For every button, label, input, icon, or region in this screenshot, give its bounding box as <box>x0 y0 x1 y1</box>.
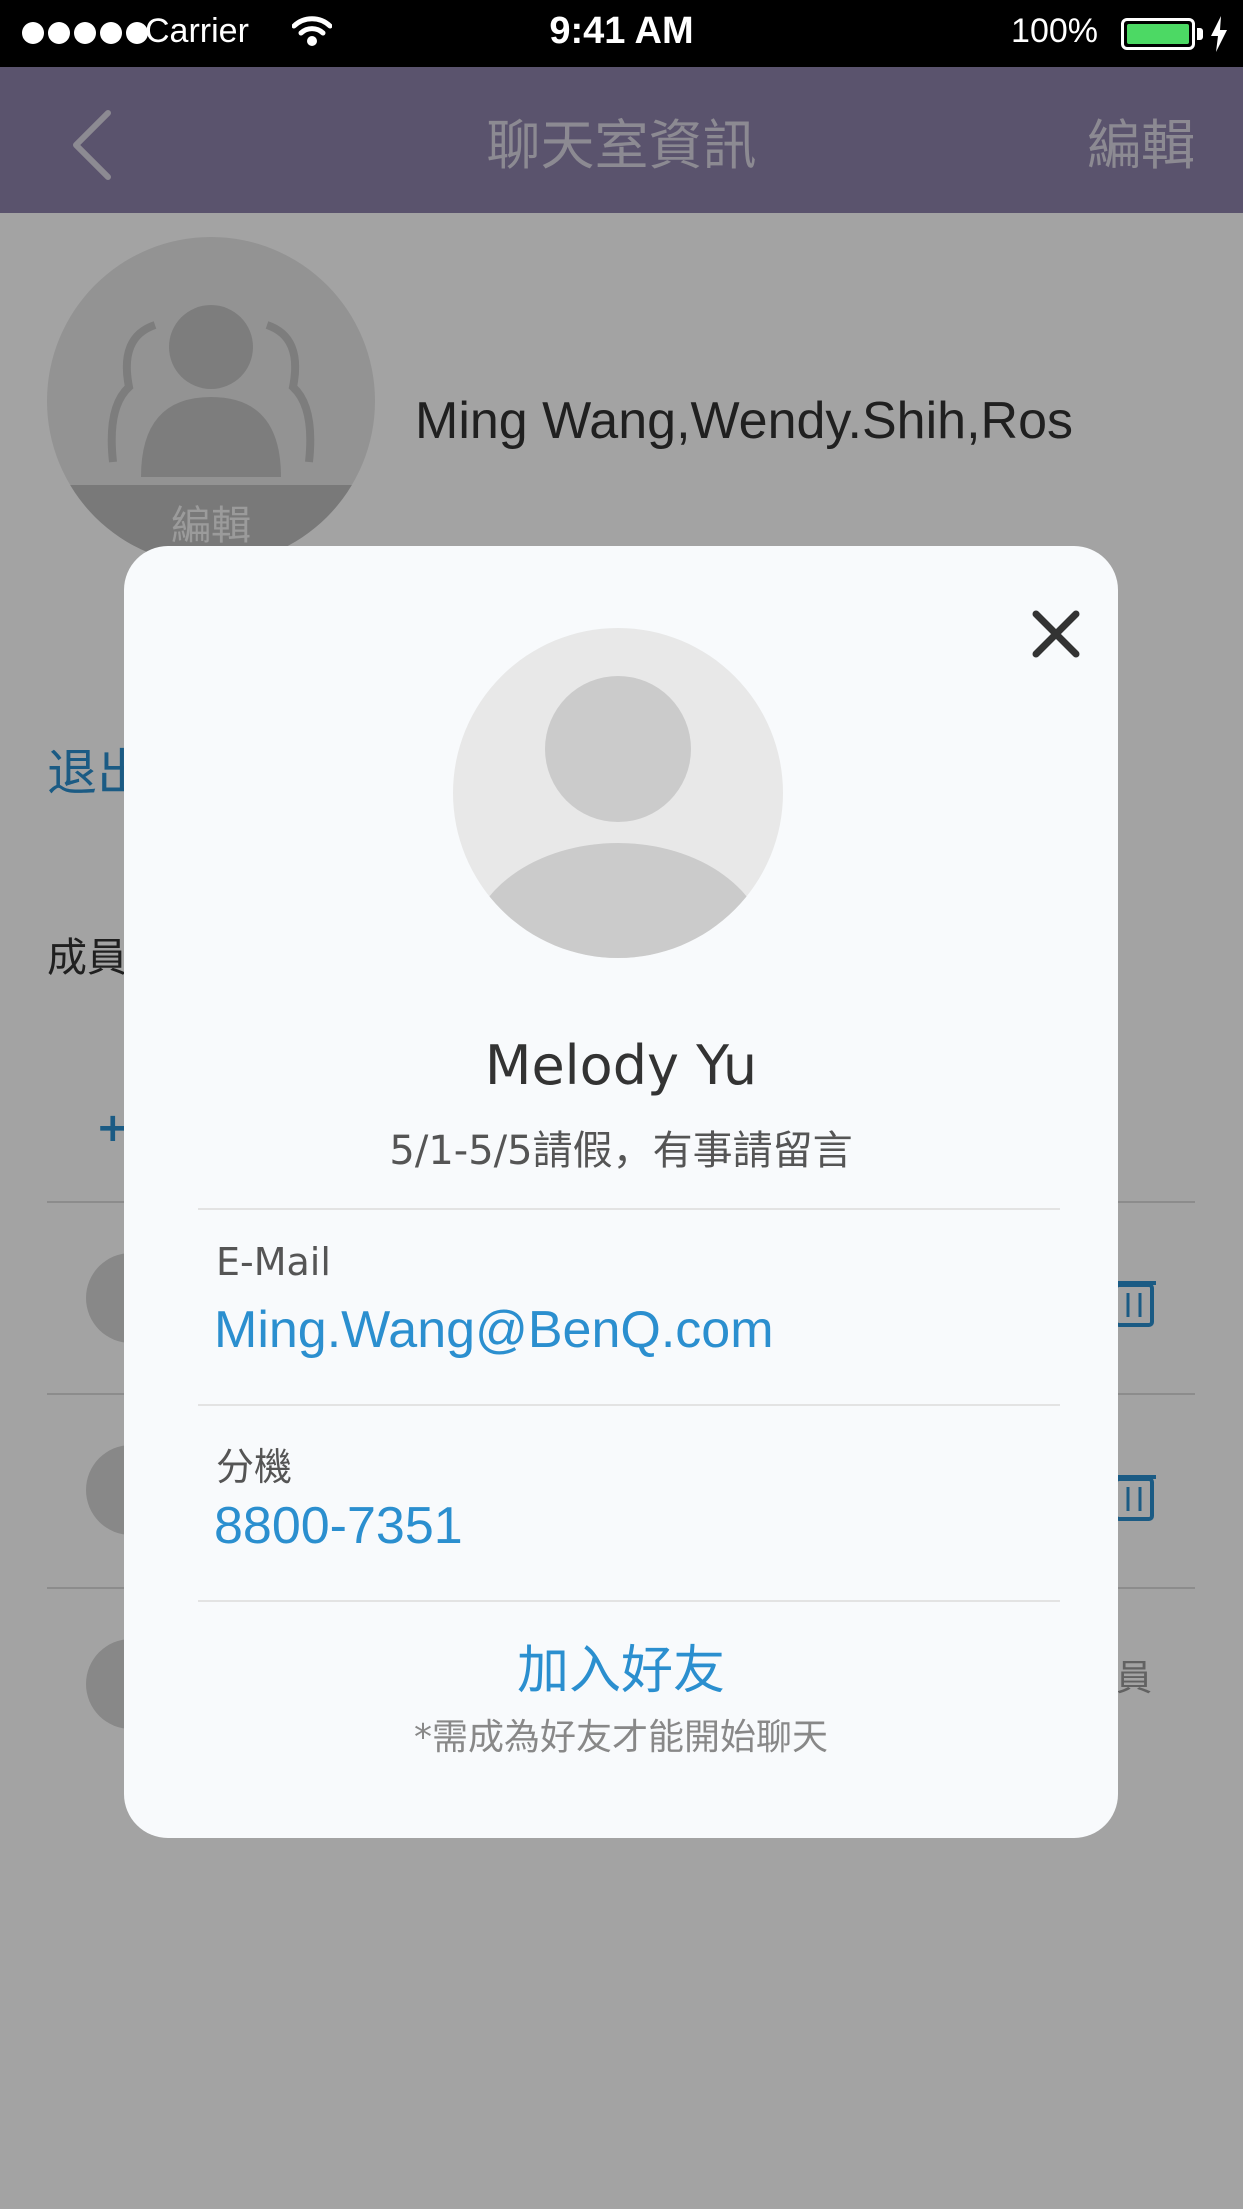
battery-icon <box>1121 18 1195 50</box>
email-link[interactable]: Ming.Wang@BenQ.com <box>214 1300 774 1360</box>
avatar-body <box>468 843 768 958</box>
battery-percent: 100% <box>1011 12 1098 50</box>
profile-status: 5/1-5/5請假，有事請留言 <box>389 1128 853 1174</box>
profile-card: Melody Yu 5/1-5/5請假，有事請留言 E-Mail Ming.Wa… <box>124 546 1118 1838</box>
profile-avatar <box>453 628 783 958</box>
avatar-head <box>545 676 691 822</box>
extension-link[interactable]: 8800-7351 <box>214 1496 463 1556</box>
status-bar: Carrier 9:41 AM 100% <box>0 0 1243 67</box>
extension-label: 分機 <box>216 1445 293 1489</box>
charging-icon <box>1211 16 1227 52</box>
add-friend-button[interactable]: 加入好友 <box>124 1628 1118 1703</box>
nav-dim-overlay <box>0 67 1243 213</box>
profile-name: Melody Yu <box>484 1034 758 1097</box>
divider <box>198 1404 1060 1406</box>
close-icon[interactable] <box>1026 604 1086 664</box>
divider <box>198 1208 1060 1210</box>
friend-note: *需成為好友才能開始聊天 <box>413 1717 828 1758</box>
battery-tip <box>1197 28 1203 40</box>
divider <box>198 1600 1060 1602</box>
email-label: E-Mail <box>216 1240 331 1284</box>
